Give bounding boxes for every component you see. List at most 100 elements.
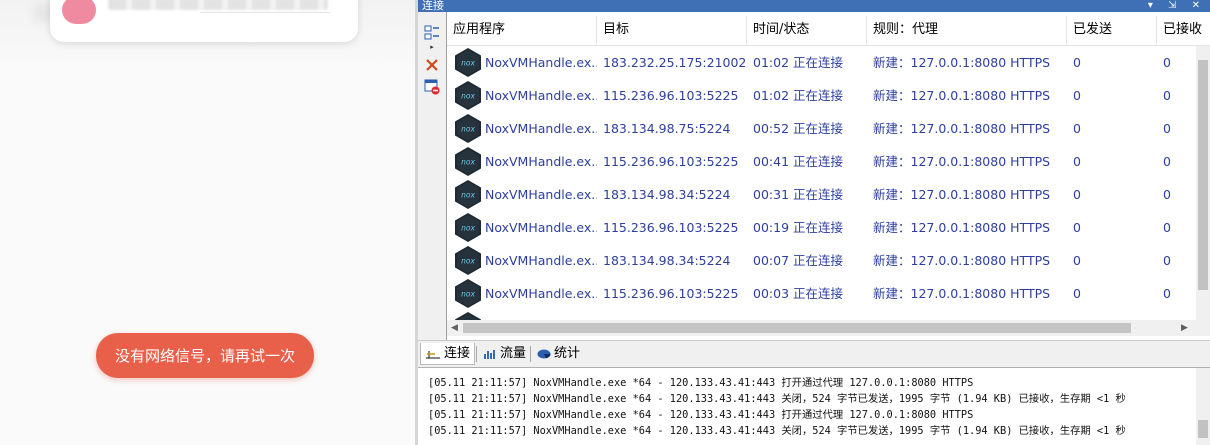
- nox-app-icon: nox: [455, 312, 481, 320]
- log-line: [05.11 21:11:57] NoxVMHandle.exe *64 - 1…: [428, 409, 974, 421]
- log-panel[interactable]: [05.11 21:11:57] NoxVMHandle.exe *64 - 1…: [418, 367, 1210, 445]
- cell-received: 0: [1163, 253, 1171, 268]
- table-row[interactable]: nox NoxVMHandle.ex... 115.236.96.103:5225 0…: [447, 145, 1197, 178]
- cell-received: 0: [1163, 154, 1171, 169]
- connections-table: 应用程序 目标 时间/状态 规则：代理 已发送 已接收 nox NoxVMHand…: [446, 12, 1210, 340]
- svg-text:nox: nox: [461, 290, 475, 299]
- cell-sent: 0: [1073, 286, 1081, 301]
- table-header: 应用程序 目标 时间/状态 规则：代理 已发送 已接收: [447, 16, 1210, 46]
- table-row[interactable]: nox NoxVMHandle.ex... 183.232.25.175:21002…: [447, 46, 1197, 79]
- cell-app: NoxVMHandle.ex...: [485, 253, 597, 268]
- svg-text:nox: nox: [461, 125, 475, 134]
- cell-sent: 0: [1073, 253, 1081, 268]
- nox-app-icon: nox: [455, 81, 481, 110]
- tab-separator: [530, 346, 531, 362]
- cell-received: 0: [1163, 286, 1171, 301]
- table-row[interactable]: nox NoxVMHandle.ex... 115.236.96.103:5225 0…: [447, 211, 1197, 244]
- cell-app: NoxVMHandle.ex...: [485, 121, 597, 136]
- cell-rule: 新建：127.0.0.1:8080 HTTPS: [873, 187, 1051, 202]
- cell-time-status: 00:31 正在连接: [753, 187, 843, 202]
- window-title: 连接: [422, 0, 444, 12]
- nox-app-icon: nox: [455, 246, 481, 275]
- scroll-right-icon[interactable]: ▶: [1181, 320, 1188, 336]
- cell-time-status: 00:07 正在连接: [753, 253, 843, 268]
- tab-traffic[interactable]: 流量: [478, 343, 530, 365]
- column-header-target[interactable]: 目标: [597, 16, 747, 46]
- emulator-screen: 没有网络信号，请再试一次: [0, 0, 415, 445]
- cell-sent: 524: [1073, 310, 1157, 320]
- cell-rule: 新建：127.0.0.1:8080 HTTPS: [873, 310, 1067, 320]
- notification-card[interactable]: [50, 0, 358, 42]
- cell-sent: 0: [1073, 154, 1081, 169]
- dropdown-arrow-icon[interactable]: ▸: [423, 42, 441, 52]
- tab-connections[interactable]: 连接: [420, 343, 476, 365]
- nox-app-icon: nox: [455, 48, 481, 77]
- cell-target: 115.236.96.103:5225: [603, 88, 739, 103]
- cell-rule: 新建：127.0.0.1:8080 HTTPS: [873, 55, 1051, 70]
- svg-text:nox: nox: [461, 59, 475, 68]
- tab-separator: [476, 346, 477, 362]
- cell-app: NoxVMHandle.ex...: [485, 310, 597, 320]
- connections-window: 连接 ▾ ⇲ ✕ ▸ 应用程序 目标 时间/状态 规则：代理 已发送 已接收 n…: [418, 0, 1210, 445]
- table-row[interactable]: nox NoxVMHandle.ex... 183.134.98.34:5224 00…: [447, 244, 1197, 277]
- cell-sent: 0: [1073, 187, 1081, 202]
- column-header-sent[interactable]: 已发送: [1067, 16, 1157, 46]
- horizontal-scrollbar[interactable]: ◀ ▶: [447, 320, 1210, 336]
- window-title-buttons[interactable]: ▾ ⇲ ✕: [1148, 0, 1206, 11]
- cell-target: 183.134.98.75:5224: [603, 121, 731, 136]
- tab-label: 统计: [554, 346, 581, 361]
- cell-rule: 新建：127.0.0.1:8080 HTTPS: [873, 253, 1051, 268]
- table-row[interactable]: nox NoxVMHandle.ex... 183.134.98.34:5224 00…: [447, 178, 1197, 211]
- close-connection-icon[interactable]: [423, 56, 441, 74]
- cell-sent: 0: [1073, 55, 1081, 70]
- cell-sent: 0: [1073, 121, 1081, 136]
- cell-sent: 0: [1073, 88, 1081, 103]
- tab-statistics[interactable]: 统计: [532, 343, 584, 365]
- nox-app-icon: nox: [455, 213, 481, 242]
- cell-received: 0: [1163, 88, 1171, 103]
- table-row[interactable]: nox NoxVMHandle.ex... 115.236.96.103:5225 0…: [447, 277, 1197, 310]
- expand-columns-icon[interactable]: [423, 24, 441, 42]
- cell-time-status: 00:01 已关闭: [753, 310, 867, 320]
- traffic-chart-icon: [484, 350, 495, 359]
- table-row[interactable]: nox NoxVMHandle.ex... 115.236.96.103:5225 0…: [447, 79, 1197, 112]
- cell-received: 0: [1163, 220, 1171, 235]
- vertical-scrollbar[interactable]: [1196, 46, 1210, 320]
- cell-app: NoxVMHandle.ex...: [485, 187, 597, 202]
- cell-rule: 新建：127.0.0.1:8080 HTTPS: [873, 154, 1051, 169]
- block-icon[interactable]: [423, 78, 441, 96]
- scrollbar-thumb[interactable]: [463, 323, 1131, 333]
- cell-app: NoxVMHandle.ex...: [485, 154, 597, 169]
- scrollbar-thumb[interactable]: [1198, 420, 1208, 438]
- connections-tab-icon: [426, 350, 440, 359]
- scroll-left-icon[interactable]: ◀: [451, 320, 458, 336]
- column-header-app[interactable]: 应用程序: [447, 16, 597, 46]
- column-header-time-status[interactable]: 时间/状态: [747, 16, 867, 46]
- cell-target: 183.232.25.175:21002: [603, 55, 747, 70]
- cell-time-status: 00:52 正在连接: [753, 121, 843, 136]
- log-line: [05.11 21:11:57] NoxVMHandle.exe *64 - 1…: [428, 377, 974, 389]
- cell-rule: 新建：127.0.0.1:8080 HTTPS: [873, 286, 1051, 301]
- blurred-notification-text: [108, 0, 328, 10]
- cell-rule: 新建：127.0.0.1:8080 HTTPS: [873, 88, 1051, 103]
- table-row[interactable]: nox NoxVMHandle.ex... 183.134.98.75:5224 00…: [447, 112, 1197, 145]
- cell-rule: 新建：127.0.0.1:8080 HTTPS: [873, 220, 1051, 235]
- cell-received: 0: [1163, 187, 1171, 202]
- cell-target: 115.236.96.103:5225: [603, 154, 739, 169]
- column-header-rule[interactable]: 规则：代理: [867, 16, 1067, 46]
- cell-rule: 新建：127.0.0.1:8080 HTTPS: [873, 121, 1051, 136]
- svg-text:nox: nox: [461, 224, 475, 233]
- cell-target: 120.133.43.41:443: [603, 310, 747, 320]
- statistics-icon: [537, 349, 551, 359]
- divider: [200, 12, 330, 13]
- cell-app: NoxVMHandle.ex...: [485, 286, 597, 301]
- log-scrollbar[interactable]: [1196, 368, 1210, 445]
- tab-label: 流量: [500, 346, 527, 361]
- cell-time-status: 01:02 正在连接: [753, 88, 843, 103]
- scrollbar-thumb[interactable]: [1198, 60, 1208, 290]
- svg-text:nox: nox: [461, 191, 475, 200]
- window-titlebar[interactable]: 连接 ▾ ⇲ ✕: [418, 0, 1210, 12]
- column-header-received[interactable]: 已接收: [1157, 16, 1210, 46]
- svg-text:nox: nox: [461, 92, 475, 101]
- table-row[interactable]: nox NoxVMHandle.ex... 120.133.43.41:443 00:…: [447, 310, 1197, 320]
